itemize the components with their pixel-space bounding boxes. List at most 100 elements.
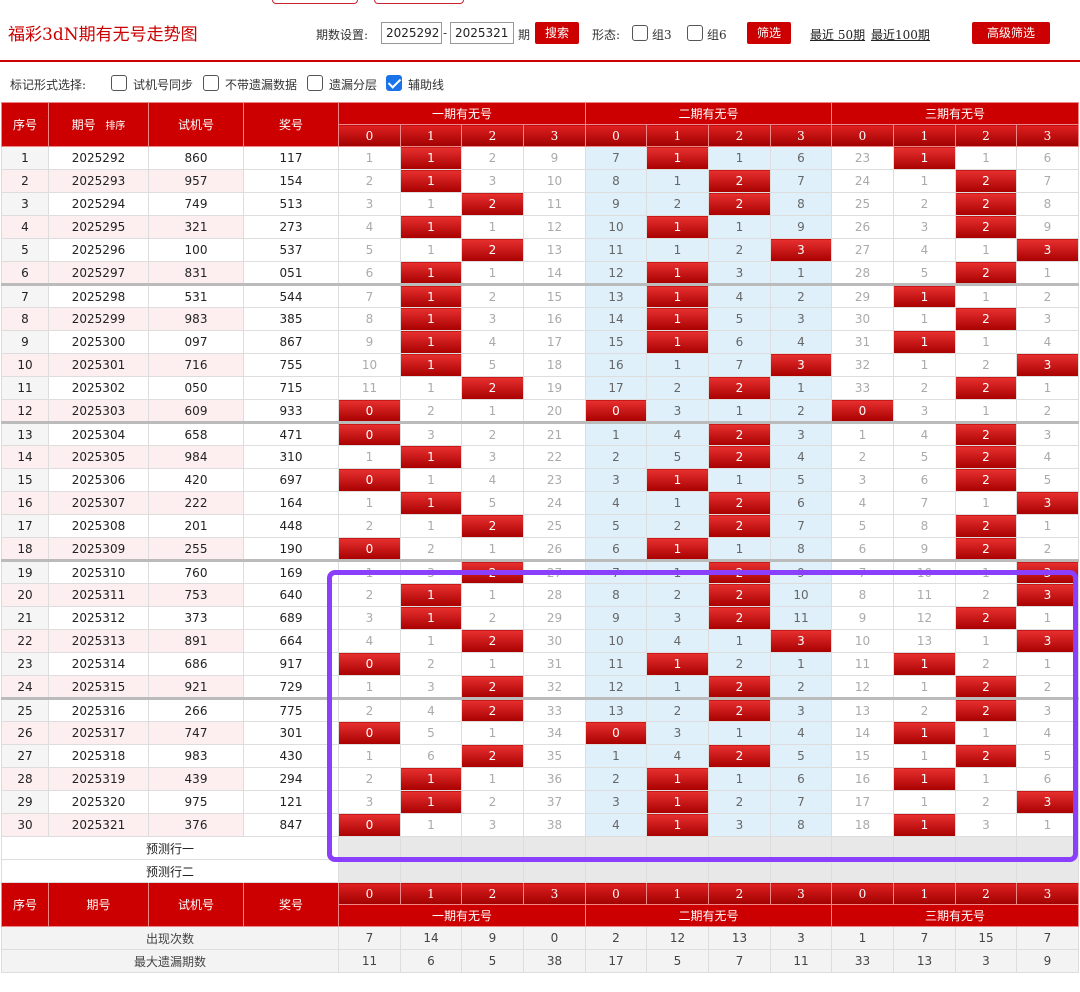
cell-g3-3: 1 bbox=[1016, 813, 1079, 837]
cell-g3-0: 2 bbox=[831, 445, 894, 469]
scroll-down-arrow-icon[interactable]: ▼ bbox=[318, 885, 326, 898]
cell-g2-2: 2 bbox=[708, 445, 771, 469]
search-button[interactable]: 搜索 bbox=[535, 22, 579, 44]
max-miss-cell: 17 bbox=[585, 949, 647, 973]
miss-layer-checkbox[interactable] bbox=[307, 75, 323, 91]
cell-g2-1: 5 bbox=[646, 445, 709, 469]
prediction-cell[interactable] bbox=[400, 836, 462, 860]
digit-header-g1-0: 0 bbox=[338, 124, 401, 147]
cell-g3-1: 1 bbox=[893, 721, 956, 745]
cell-g2-1: 1 bbox=[646, 559, 709, 584]
cell-g2-2: 2 bbox=[708, 491, 771, 515]
prediction-cell[interactable] bbox=[708, 836, 771, 860]
cell-g2-1: 1 bbox=[646, 330, 709, 354]
prediction-cell[interactable] bbox=[831, 836, 894, 860]
prediction-cell[interactable] bbox=[400, 859, 462, 883]
cell-g2-0: 10 bbox=[585, 629, 647, 653]
cell-g3-0: 10 bbox=[831, 629, 894, 653]
prediction-cell[interactable] bbox=[770, 859, 832, 883]
prediction-cell[interactable] bbox=[646, 836, 709, 860]
prediction-cell[interactable] bbox=[585, 859, 647, 883]
filter-button[interactable]: 筛选 bbox=[747, 22, 791, 44]
table-row: 9 2025300 097 867 9 1 4 17 15 1 6 4 31 1 1 4 bbox=[1, 330, 1079, 354]
cell-g2-3: 2 bbox=[770, 399, 832, 423]
cell-g3-1: 7 bbox=[893, 491, 956, 515]
prediction-cell[interactable] bbox=[1016, 859, 1079, 883]
cell-g3-2: 2 bbox=[955, 192, 1017, 216]
row-prize-number: 385 bbox=[243, 307, 339, 331]
cell-g3-2: 1 bbox=[955, 629, 1017, 653]
cell-g2-1: 2 bbox=[646, 376, 709, 400]
cell-g2-2: 2 bbox=[708, 744, 771, 768]
prediction-cell[interactable] bbox=[893, 836, 956, 860]
cell-g2-3: 3 bbox=[770, 238, 832, 262]
advanced-filter-button[interactable]: 高级筛选 bbox=[972, 22, 1050, 44]
prediction-cell[interactable] bbox=[523, 859, 586, 883]
bottom-digit-header-g2-1: 1 bbox=[646, 882, 709, 905]
cell-g3-3: 3 bbox=[1016, 790, 1079, 814]
cell-g3-1: 3 bbox=[893, 399, 956, 423]
guide-line-checkbox[interactable] bbox=[386, 75, 402, 91]
cell-g2-3: 7 bbox=[770, 514, 832, 538]
period-from-input[interactable]: 2025292 bbox=[381, 22, 442, 44]
row-prize-number: 169 bbox=[243, 559, 339, 584]
sort-toggle[interactable]: 排序 bbox=[105, 121, 125, 132]
cell-g2-0: 2 bbox=[585, 445, 647, 469]
cell-g1-3: 28 bbox=[523, 583, 586, 607]
prediction-cell[interactable] bbox=[461, 859, 524, 883]
cell-g1-1: 1 bbox=[400, 353, 462, 377]
prediction-cell[interactable] bbox=[831, 859, 894, 883]
prediction-row-1: 预测行一 bbox=[1, 836, 1079, 860]
cell-g1-0: 10 bbox=[338, 353, 401, 377]
row-issue: 2025308 bbox=[48, 514, 149, 538]
cell-g1-1: 1 bbox=[400, 261, 462, 285]
cell-g2-0: 1 bbox=[585, 421, 647, 446]
max-miss-cell: 5 bbox=[461, 949, 524, 973]
row-test-number: 921 bbox=[148, 675, 244, 699]
cell-g1-3: 34 bbox=[523, 721, 586, 745]
group3-checkbox[interactable] bbox=[632, 25, 648, 41]
col-issue[interactable]: 期号 排序 bbox=[48, 102, 149, 147]
prediction-cell[interactable] bbox=[770, 836, 832, 860]
cell-g2-2: 2 bbox=[708, 652, 771, 676]
sync-test-checkbox[interactable] bbox=[111, 75, 127, 91]
cell-g3-1: 8 bbox=[893, 514, 956, 538]
row-issue: 2025302 bbox=[48, 376, 149, 400]
no-miss-data-checkbox[interactable] bbox=[203, 75, 219, 91]
group6-checkbox[interactable] bbox=[687, 25, 703, 41]
prediction-cell[interactable] bbox=[646, 859, 709, 883]
period-to-input[interactable]: 2025321 bbox=[450, 22, 514, 44]
bottom-digit-header-g1-2: 2 bbox=[461, 882, 524, 905]
recent-100-link[interactable]: 最近100期 bbox=[871, 26, 930, 43]
row-test-number: 860 bbox=[148, 146, 244, 170]
cell-g1-0: 1 bbox=[338, 744, 401, 768]
cell-g3-3: 6 bbox=[1016, 767, 1079, 791]
prediction-cell[interactable] bbox=[523, 836, 586, 860]
prediction-cell[interactable] bbox=[1016, 836, 1079, 860]
prediction-cell[interactable] bbox=[338, 859, 401, 883]
cell-g2-0: 11 bbox=[585, 238, 647, 262]
prediction-cell[interactable] bbox=[955, 836, 1017, 860]
cell-g2-1: 1 bbox=[646, 146, 709, 170]
cell-g1-1: 1 bbox=[400, 767, 462, 791]
prediction-cell[interactable] bbox=[461, 836, 524, 860]
cell-g3-0: 1 bbox=[831, 421, 894, 446]
prediction-cell[interactable] bbox=[893, 859, 956, 883]
prediction-cell[interactable] bbox=[585, 836, 647, 860]
prediction-cell[interactable] bbox=[708, 859, 771, 883]
recent-50-link[interactable]: 最近 50期 bbox=[810, 26, 865, 43]
cell-g3-1: 1 bbox=[893, 307, 956, 331]
group1-header: 一期有无号 bbox=[338, 102, 586, 125]
cell-g1-2: 1 bbox=[461, 261, 524, 285]
prediction-cell[interactable] bbox=[338, 836, 401, 860]
cell-g3-2: 1 bbox=[955, 767, 1017, 791]
cell-g2-0: 8 bbox=[585, 583, 647, 607]
cell-g3-2: 2 bbox=[955, 261, 1017, 285]
cell-g2-0: 14 bbox=[585, 307, 647, 331]
prediction-cell[interactable] bbox=[955, 859, 1017, 883]
cell-g3-2: 1 bbox=[955, 330, 1017, 354]
row-issue: 2025300 bbox=[48, 330, 149, 354]
cell-g1-0: 0 bbox=[338, 421, 401, 446]
cell-g1-2: 2 bbox=[461, 376, 524, 400]
digit-header-g3-0: 0 bbox=[831, 124, 894, 147]
